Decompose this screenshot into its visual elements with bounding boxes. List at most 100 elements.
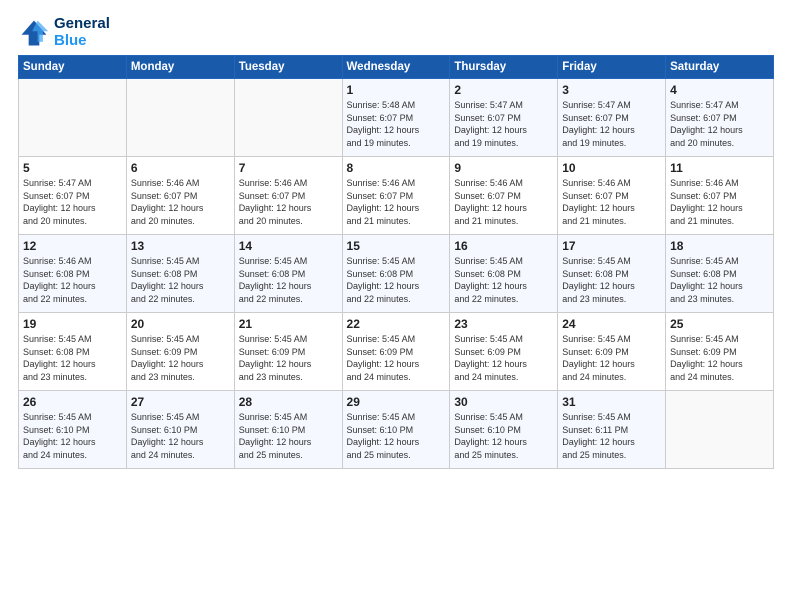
day-info: Sunrise: 5:45 AM Sunset: 6:09 PM Dayligh… xyxy=(131,333,230,383)
day-cell: 26 Sunrise: 5:45 AM Sunset: 6:10 PM Dayli… xyxy=(19,391,127,469)
day-info: Sunrise: 5:46 AM Sunset: 6:08 PM Dayligh… xyxy=(23,255,122,305)
day-number: 21 xyxy=(239,317,338,331)
day-cell: 16Sunrise: 5:45 AM Sunset: 6:08 PM Dayli… xyxy=(450,235,558,313)
day-info: Sunrise: 5:47 AM Sunset: 6:07 PM Dayligh… xyxy=(562,99,661,149)
day-cell xyxy=(19,79,127,157)
header-cell-wednesday: Wednesday xyxy=(342,56,450,79)
logo-icon xyxy=(18,17,50,49)
day-number: 29 xyxy=(347,395,446,409)
logo: General Blue xyxy=(18,16,110,49)
day-info: Sunrise: 5:45 AM Sunset: 6:10 PM Dayligh… xyxy=(347,411,446,461)
week-row-1: 1 Sunrise: 5:48 AM Sunset: 6:07 PM Daylig… xyxy=(19,79,774,157)
day-cell: 1 Sunrise: 5:48 AM Sunset: 6:07 PM Daylig… xyxy=(342,79,450,157)
day-number: 2 xyxy=(454,83,553,97)
calendar-header: SundayMondayTuesdayWednesdayThursdayFrid… xyxy=(19,56,774,79)
day-cell: 24 Sunrise: 5:45 AM Sunset: 6:09 PM Dayli… xyxy=(558,313,666,391)
day-info: Sunrise: 5:45 AM Sunset: 6:08 PM Dayligh… xyxy=(670,255,769,305)
day-cell: 4 Sunrise: 5:47 AM Sunset: 6:07 PM Daylig… xyxy=(666,79,774,157)
day-info: Sunrise: 5:45 AM Sunset: 6:08 PM Dayligh… xyxy=(347,255,446,305)
day-number: 13 xyxy=(131,239,230,253)
day-cell: 3 Sunrise: 5:47 AM Sunset: 6:07 PM Daylig… xyxy=(558,79,666,157)
day-info: Sunrise: 5:45 AM Sunset: 6:10 PM Dayligh… xyxy=(23,411,122,461)
day-number: 3 xyxy=(562,83,661,97)
day-info: Sunrise: 5:45 AM Sunset: 6:09 PM Dayligh… xyxy=(562,333,661,383)
day-cell: 2 Sunrise: 5:47 AM Sunset: 6:07 PM Daylig… xyxy=(450,79,558,157)
day-cell: 8Sunrise: 5:46 AM Sunset: 6:07 PM Daylig… xyxy=(342,157,450,235)
day-number: 22 xyxy=(347,317,446,331)
day-number: 8 xyxy=(347,161,446,175)
day-number: 24 xyxy=(562,317,661,331)
day-number: 28 xyxy=(239,395,338,409)
day-number: 23 xyxy=(454,317,553,331)
logo-text: General Blue xyxy=(54,16,110,49)
day-number: 26 xyxy=(23,395,122,409)
day-info: Sunrise: 5:46 AM Sunset: 6:07 PM Dayligh… xyxy=(131,177,230,227)
day-cell: 22Sunrise: 5:45 AM Sunset: 6:09 PM Dayli… xyxy=(342,313,450,391)
day-cell xyxy=(666,391,774,469)
day-number: 9 xyxy=(454,161,553,175)
day-info: Sunrise: 5:47 AM Sunset: 6:07 PM Dayligh… xyxy=(454,99,553,149)
header-cell-friday: Friday xyxy=(558,56,666,79)
day-cell: 20 Sunrise: 5:45 AM Sunset: 6:09 PM Dayli… xyxy=(126,313,234,391)
header: General Blue xyxy=(18,16,774,49)
day-cell: 25 Sunrise: 5:45 AM Sunset: 6:09 PM Dayli… xyxy=(666,313,774,391)
day-info: Sunrise: 5:45 AM Sunset: 6:11 PM Dayligh… xyxy=(562,411,661,461)
header-cell-saturday: Saturday xyxy=(666,56,774,79)
day-info: Sunrise: 5:48 AM Sunset: 6:07 PM Dayligh… xyxy=(347,99,446,149)
day-info: Sunrise: 5:46 AM Sunset: 6:07 PM Dayligh… xyxy=(454,177,553,227)
day-info: Sunrise: 5:45 AM Sunset: 6:10 PM Dayligh… xyxy=(131,411,230,461)
day-number: 7 xyxy=(239,161,338,175)
day-cell: 7 Sunrise: 5:46 AM Sunset: 6:07 PM Daylig… xyxy=(234,157,342,235)
day-number: 6 xyxy=(131,161,230,175)
day-cell: 27 Sunrise: 5:45 AM Sunset: 6:10 PM Dayli… xyxy=(126,391,234,469)
day-info: Sunrise: 5:46 AM Sunset: 6:07 PM Dayligh… xyxy=(239,177,338,227)
day-number: 27 xyxy=(131,395,230,409)
day-cell: 31 Sunrise: 5:45 AM Sunset: 6:11 PM Dayli… xyxy=(558,391,666,469)
day-cell xyxy=(234,79,342,157)
day-info: Sunrise: 5:45 AM Sunset: 6:09 PM Dayligh… xyxy=(454,333,553,383)
day-cell: 21 Sunrise: 5:45 AM Sunset: 6:09 PM Dayli… xyxy=(234,313,342,391)
day-number: 10 xyxy=(562,161,661,175)
day-number: 1 xyxy=(347,83,446,97)
day-number: 25 xyxy=(670,317,769,331)
header-cell-tuesday: Tuesday xyxy=(234,56,342,79)
day-number: 31 xyxy=(562,395,661,409)
week-row-3: 12 Sunrise: 5:46 AM Sunset: 6:08 PM Dayli… xyxy=(19,235,774,313)
day-info: Sunrise: 5:47 AM Sunset: 6:07 PM Dayligh… xyxy=(23,177,122,227)
day-number: 11 xyxy=(670,161,769,175)
day-info: Sunrise: 5:46 AM Sunset: 6:07 PM Dayligh… xyxy=(562,177,661,227)
day-number: 20 xyxy=(131,317,230,331)
day-info: Sunrise: 5:45 AM Sunset: 6:09 PM Dayligh… xyxy=(239,333,338,383)
day-number: 18 xyxy=(670,239,769,253)
day-info: Sunrise: 5:47 AM Sunset: 6:07 PM Dayligh… xyxy=(670,99,769,149)
day-cell: 17 Sunrise: 5:45 AM Sunset: 6:08 PM Dayli… xyxy=(558,235,666,313)
day-info: Sunrise: 5:45 AM Sunset: 6:08 PM Dayligh… xyxy=(562,255,661,305)
day-number: 30 xyxy=(454,395,553,409)
day-cell: 15Sunrise: 5:45 AM Sunset: 6:08 PM Dayli… xyxy=(342,235,450,313)
day-cell: 18 Sunrise: 5:45 AM Sunset: 6:08 PM Dayli… xyxy=(666,235,774,313)
day-number: 19 xyxy=(23,317,122,331)
day-cell: 9 Sunrise: 5:46 AM Sunset: 6:07 PM Daylig… xyxy=(450,157,558,235)
day-info: Sunrise: 5:45 AM Sunset: 6:08 PM Dayligh… xyxy=(239,255,338,305)
day-info: Sunrise: 5:45 AM Sunset: 6:08 PM Dayligh… xyxy=(23,333,122,383)
day-info: Sunrise: 5:45 AM Sunset: 6:10 PM Dayligh… xyxy=(454,411,553,461)
day-info: Sunrise: 5:46 AM Sunset: 6:07 PM Dayligh… xyxy=(670,177,769,227)
header-cell-thursday: Thursday xyxy=(450,56,558,79)
day-cell xyxy=(126,79,234,157)
day-info: Sunrise: 5:45 AM Sunset: 6:08 PM Dayligh… xyxy=(454,255,553,305)
day-cell: 5Sunrise: 5:47 AM Sunset: 6:07 PM Daylig… xyxy=(19,157,127,235)
day-cell: 28Sunrise: 5:45 AM Sunset: 6:10 PM Dayli… xyxy=(234,391,342,469)
day-number: 17 xyxy=(562,239,661,253)
day-cell: 23 Sunrise: 5:45 AM Sunset: 6:09 PM Dayli… xyxy=(450,313,558,391)
day-cell: 30 Sunrise: 5:45 AM Sunset: 6:10 PM Dayli… xyxy=(450,391,558,469)
day-number: 4 xyxy=(670,83,769,97)
header-cell-monday: Monday xyxy=(126,56,234,79)
header-row: SundayMondayTuesdayWednesdayThursdayFrid… xyxy=(19,56,774,79)
calendar-body: 1 Sunrise: 5:48 AM Sunset: 6:07 PM Daylig… xyxy=(19,79,774,469)
header-cell-sunday: Sunday xyxy=(19,56,127,79)
day-cell: 14Sunrise: 5:45 AM Sunset: 6:08 PM Dayli… xyxy=(234,235,342,313)
day-cell: 10 Sunrise: 5:46 AM Sunset: 6:07 PM Dayli… xyxy=(558,157,666,235)
day-number: 12 xyxy=(23,239,122,253)
day-info: Sunrise: 5:45 AM Sunset: 6:09 PM Dayligh… xyxy=(670,333,769,383)
page-container: General Blue SundayMondayTuesdayWednesda… xyxy=(0,0,792,479)
